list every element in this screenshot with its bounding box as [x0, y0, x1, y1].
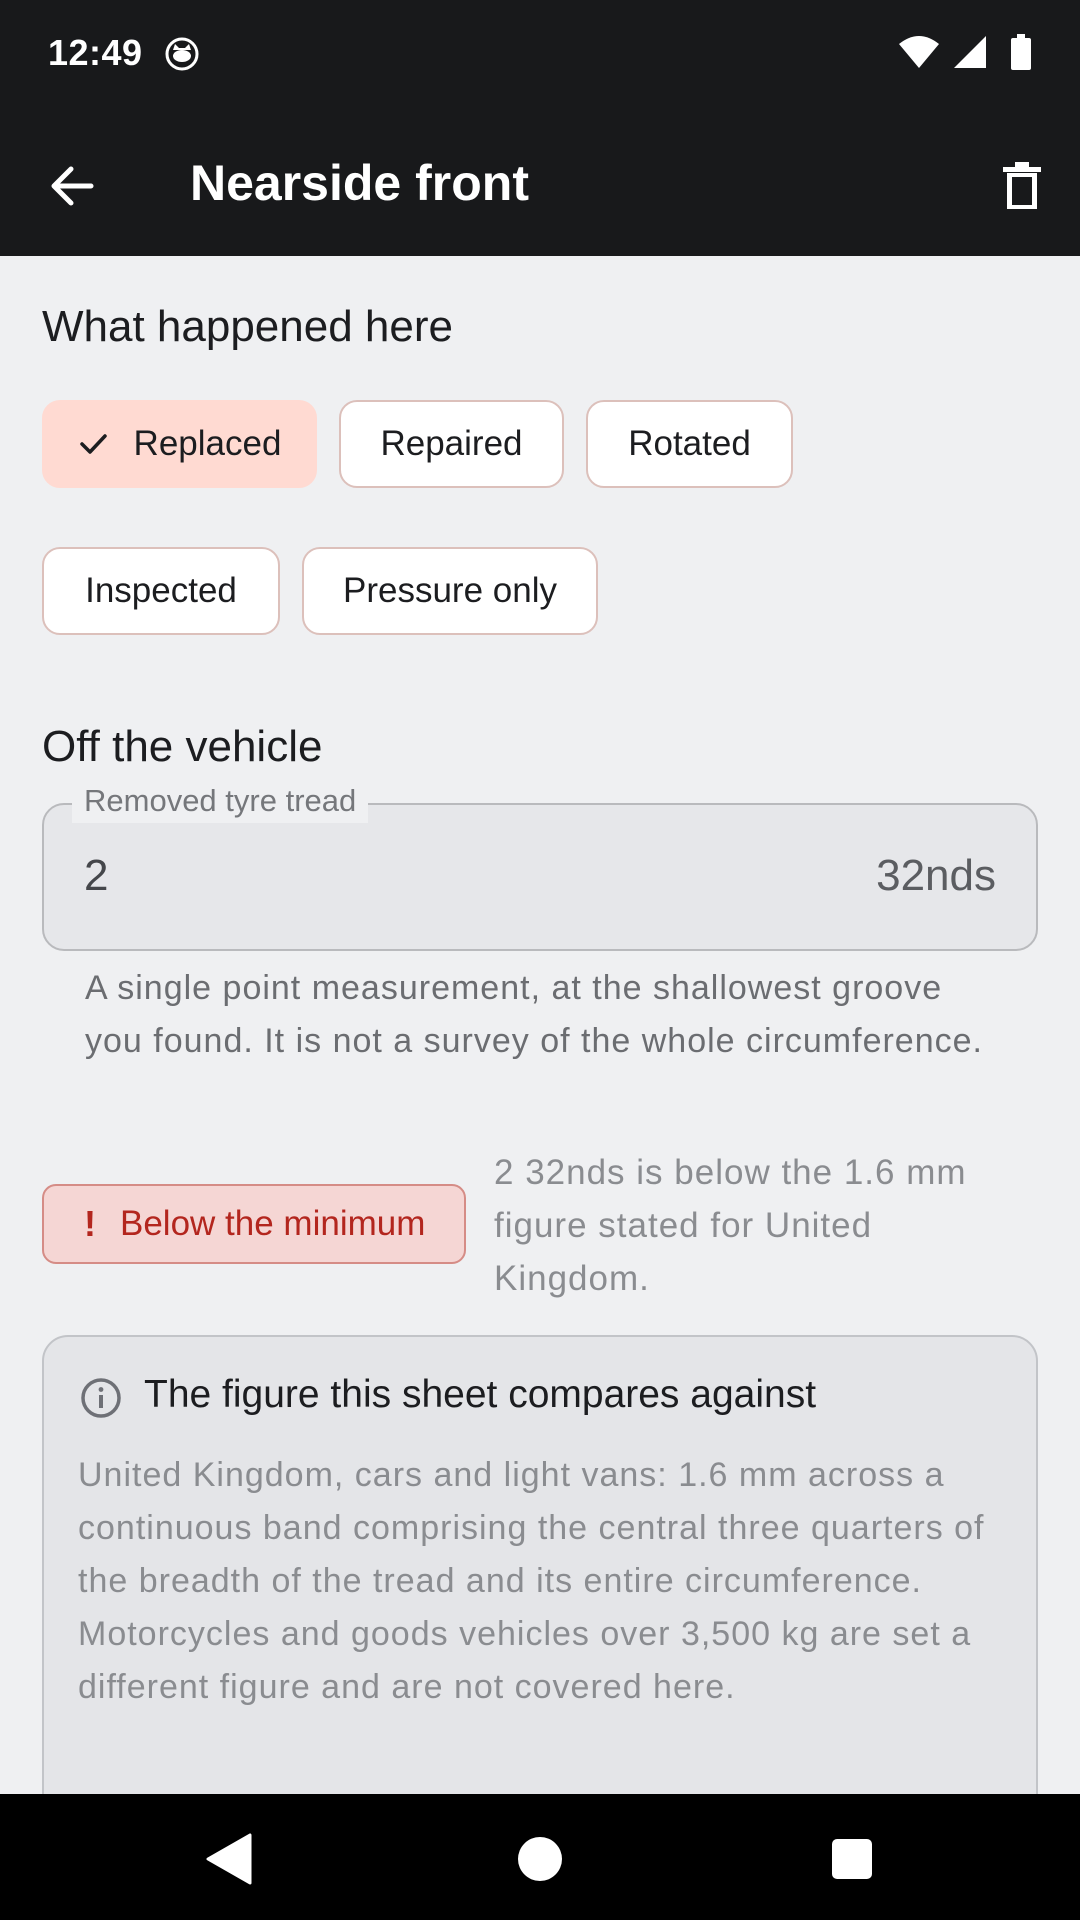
- system-nav-bar: [0, 1794, 1080, 1920]
- removed-tread-field[interactable]: Removed tyre tread 2 32nds: [42, 779, 1038, 951]
- below-minimum-badge: ! Below the minimum: [42, 1184, 466, 1264]
- delete-button[interactable]: [988, 152, 1056, 220]
- chip-label: Pressure only: [343, 571, 557, 610]
- chip-inspected[interactable]: Inspected: [42, 547, 280, 635]
- helper-text: A single point measurement, at the shall…: [85, 969, 983, 1060]
- arrow-back-icon: [51, 166, 94, 206]
- unit-suffix: 32nds: [876, 851, 996, 900]
- nav-recents-button[interactable]: [817, 1824, 887, 1894]
- page-title: Nearside front: [190, 155, 529, 211]
- info-icon: [81, 1378, 121, 1418]
- chip-replaced[interactable]: Replaced: [42, 400, 317, 488]
- nav-recents-icon: [832, 1839, 872, 1879]
- field-label: Removed tyre tread: [72, 779, 369, 823]
- info-card: The figure this sheet compares against U…: [42, 1335, 1038, 1855]
- battery-icon: [1011, 34, 1031, 70]
- info-body: United Kingdom, cars and light vans: 1.6…: [78, 1456, 985, 1706]
- check-icon: [79, 434, 107, 454]
- nav-home-icon: [518, 1837, 562, 1881]
- chip-label: Rotated: [628, 424, 751, 463]
- app-bar: Nearside front: [0, 110, 1080, 256]
- off-vehicle-heading: Off the vehicle: [42, 722, 323, 771]
- badge-label: Below the minimum: [120, 1204, 426, 1243]
- chip-repaired[interactable]: Repaired: [339, 400, 564, 488]
- cat-notification-icon: [165, 37, 199, 71]
- nav-back-button[interactable]: [193, 1824, 263, 1894]
- trash-icon: [1003, 162, 1041, 209]
- cell-signal-icon: [954, 36, 986, 68]
- chip-label: Repaired: [380, 424, 523, 463]
- chip-label: Replaced: [133, 424, 282, 463]
- chip-rotated[interactable]: Rotated: [586, 400, 793, 488]
- nav-home-button[interactable]: [505, 1824, 575, 1894]
- chip-label: Inspected: [85, 571, 237, 610]
- status-time: 12:49: [48, 32, 143, 73]
- wifi-icon: [899, 36, 939, 68]
- exclamation-icon: !: [84, 1203, 96, 1244]
- warning-text: 2 32nds is below the 1.6 mm figure state…: [494, 1153, 967, 1298]
- status-bar: 12:49: [0, 0, 1080, 110]
- tread-value-input[interactable]: 2: [84, 851, 108, 901]
- info-title: The figure this sheet compares against: [144, 1373, 817, 1416]
- nav-back-icon: [206, 1833, 252, 1885]
- chip-pressure-only[interactable]: Pressure only: [302, 547, 598, 635]
- what-happened-heading: What happened here: [42, 302, 453, 351]
- back-button[interactable]: [40, 154, 104, 218]
